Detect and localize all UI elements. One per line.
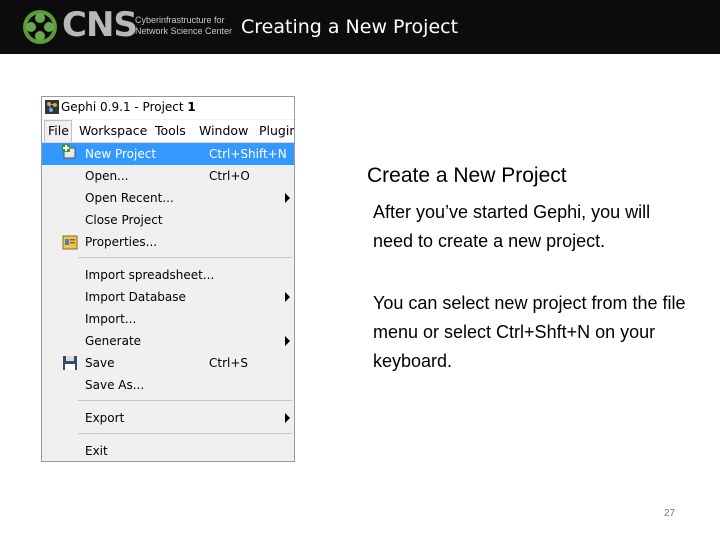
window-titlebar: Gephi 0.9.1 - Project 1 [42, 97, 294, 119]
submenu-arrow-icon [285, 292, 290, 302]
submenu-arrow-icon [285, 193, 290, 203]
menu-item-export[interactable]: Export [42, 407, 294, 429]
menu-item-open-recent[interactable]: Open Recent... [42, 187, 294, 209]
menu-tools[interactable]: Tools [155, 123, 186, 138]
cns-logo-icon [23, 10, 57, 44]
new-project-label: New Project [85, 147, 157, 161]
open-shortcut: Ctrl+O [209, 169, 250, 183]
export-label: Export [85, 411, 125, 425]
menu-separator [78, 400, 292, 401]
menu-separator [78, 433, 292, 434]
content-paragraph-1: After you’ve started Gephi, you will nee… [373, 202, 651, 251]
submenu-arrow-icon [285, 413, 290, 423]
slide-title: Creating a New Project [241, 16, 459, 38]
menubar: File Workspace Tools Window Plugin [42, 120, 294, 143]
gephi-app-icon [45, 100, 59, 114]
menu-item-save-as[interactable]: Save As... [42, 374, 294, 396]
window-title-number: 1 [187, 100, 196, 114]
save-shortcut: Ctrl+S [209, 356, 249, 370]
submenu-arrow-icon [285, 336, 290, 346]
save-label: Save [85, 356, 115, 370]
save-icon [63, 356, 77, 370]
slide-header: CNS Cyberinfrastructure for Network Scie… [0, 0, 720, 54]
properties-icon [62, 235, 78, 250]
new-project-icon [62, 144, 76, 159]
logo-subtitle: Cyberinfrastructure for Network Science … [135, 15, 232, 37]
menu-workspace[interactable]: Workspace [79, 123, 147, 138]
menu-item-save[interactable]: Save Ctrl+S [42, 352, 294, 374]
menu-item-close-project[interactable]: Close Project [42, 209, 294, 231]
page-number: 27 [664, 508, 676, 519]
logo-subtitle-line2: Network Science Center [135, 26, 233, 36]
menu-file[interactable]: File [44, 120, 72, 142]
window-title: Gephi 0.9.1 - Project 1 [61, 100, 196, 114]
new-project-shortcut: Ctrl+Shift+N [209, 147, 287, 161]
logo-subtitle-line1: Cyberinfrastructure for [135, 15, 225, 25]
menu-item-generate[interactable]: Generate [42, 330, 294, 352]
logo-text: CNS [62, 5, 138, 45]
import-database-label: Import Database [85, 290, 186, 304]
menu-item-new-project[interactable]: New Project Ctrl+Shift+N [42, 143, 294, 165]
menu-item-import[interactable]: Import... [42, 308, 294, 330]
menu-item-properties[interactable]: Properties... [42, 231, 294, 253]
generate-label: Generate [85, 334, 142, 348]
content-paragraph-2: You can select new project from the file… [373, 293, 686, 371]
import-label: Import... [85, 312, 137, 326]
content-heading: Create a New Project [367, 164, 567, 187]
exit-label: Exit [85, 444, 108, 458]
menu-item-open[interactable]: Open... Ctrl+O [42, 165, 294, 187]
open-recent-label: Open Recent... [85, 191, 174, 205]
window-title-text: Gephi 0.9.1 - Project [61, 100, 188, 114]
properties-label: Properties... [85, 235, 158, 249]
menu-item-exit[interactable]: Exit [42, 440, 294, 461]
menu-separator [78, 257, 292, 258]
save-as-label: Save As... [85, 378, 145, 392]
menu-item-import-database[interactable]: Import Database [42, 286, 294, 308]
menu-item-import-spreadsheet[interactable]: Import spreadsheet... [42, 264, 294, 286]
menu-window[interactable]: Window [199, 123, 248, 138]
menu-plugin[interactable]: Plugin [259, 123, 294, 138]
close-project-label: Close Project [85, 213, 163, 227]
gephi-window-screenshot: Gephi 0.9.1 - Project 1 File Workspace T… [41, 96, 295, 462]
open-label: Open... [85, 169, 129, 183]
import-spreadsheet-label: Import spreadsheet... [85, 268, 215, 282]
